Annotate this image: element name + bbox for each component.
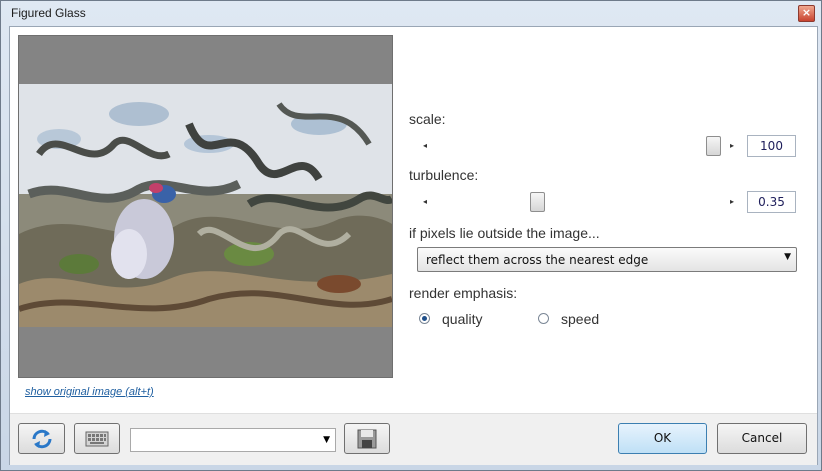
turbulence-decrease-arrow-icon[interactable]: ◂ [417, 193, 433, 211]
scale-label: scale: [409, 111, 446, 127]
turbulence-slider[interactable]: ◂ ▸ [417, 192, 740, 212]
edge-mode-dropdown[interactable]: reflect them across the nearest edge ▼ [417, 247, 797, 272]
speed-radio-dot[interactable] [538, 313, 549, 324]
ok-button[interactable]: OK [618, 423, 707, 454]
turbulence-increase-arrow-icon[interactable]: ▸ [724, 193, 740, 211]
scale-slider[interactable]: ◂ ▸ [417, 136, 740, 156]
turbulence-slider-thumb[interactable] [529, 192, 545, 212]
save-preset-button[interactable] [344, 423, 390, 454]
figured-glass-preview [19, 84, 392, 327]
preview-panel [18, 35, 393, 378]
close-icon: × [801, 6, 812, 19]
refresh-button[interactable] [18, 423, 65, 454]
cancel-button[interactable]: Cancel [717, 423, 807, 454]
window-title: Figured Glass [11, 6, 86, 20]
chevron-down-icon: ▼ [323, 435, 330, 445]
speed-radio-label: speed [561, 311, 600, 327]
bottom-bar: ▼ OK Cancel [10, 413, 817, 465]
chevron-down-icon: ▼ [784, 252, 791, 262]
turbulence-label: turbulence: [409, 167, 479, 183]
quality-radio-label: quality [442, 311, 483, 327]
quality-radio[interactable]: quality [419, 311, 509, 329]
refresh-icon [32, 429, 51, 449]
turbulence-input[interactable]: 0.35 [747, 191, 796, 213]
keyboard-button[interactable] [74, 423, 120, 454]
edge-mode-label: if pixels lie outside the image... [409, 225, 600, 241]
title-bar[interactable]: Figured Glass × [1, 1, 821, 25]
edge-mode-value: reflect them across the nearest edge [426, 253, 649, 267]
render-emphasis-label: render emphasis: [409, 285, 518, 301]
quality-radio-dot[interactable] [419, 313, 430, 324]
keyboard-icon [85, 431, 109, 447]
dialog-content: show original image (alt+t) scale: ◂ ▸ 1… [9, 26, 818, 465]
scale-increase-arrow-icon[interactable]: ▸ [724, 137, 740, 155]
preset-combo[interactable]: ▼ [130, 428, 336, 452]
dialog-window: Figured Glass × show original image (alt… [0, 0, 822, 471]
show-original-link[interactable]: show original image (alt+t) [25, 386, 154, 398]
speed-radio[interactable]: speed [538, 311, 618, 329]
scale-slider-thumb[interactable] [706, 136, 721, 156]
scale-decrease-arrow-icon[interactable]: ◂ [417, 137, 433, 155]
close-button[interactable]: × [798, 5, 815, 22]
save-preset-icon [357, 429, 377, 449]
preview-image [19, 84, 392, 327]
scale-input[interactable]: 100 [747, 135, 796, 157]
